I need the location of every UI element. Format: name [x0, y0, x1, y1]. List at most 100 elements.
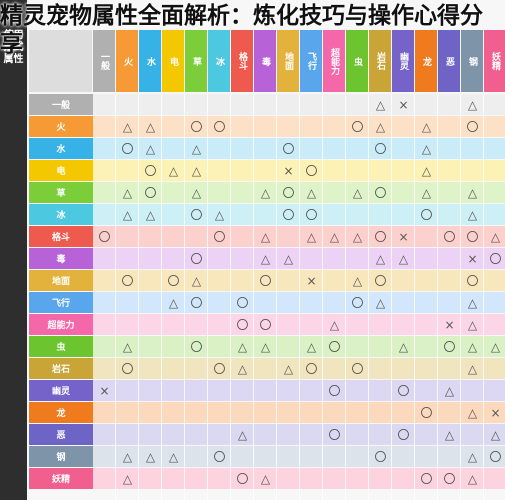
column-divider — [391, 92, 392, 500]
effectiveness-cell: △ — [352, 185, 363, 200]
effectiveness-cell — [185, 358, 208, 379]
effectiveness-cell: △ — [467, 449, 478, 464]
effectiveness-cell — [139, 94, 162, 115]
effectiveness-cell — [369, 380, 392, 401]
effectiveness-cell: 〇 — [259, 274, 272, 288]
effectiveness-cell — [392, 402, 415, 423]
effectiveness-cell — [231, 402, 254, 423]
effectiveness-cell — [484, 380, 505, 401]
effectiveness-cell: △ — [490, 229, 501, 244]
effectiveness-cell — [277, 446, 300, 467]
effectiveness-cell — [438, 182, 461, 203]
effectiveness-cell: 〇 — [98, 230, 111, 244]
row-header: 超能力 — [29, 314, 93, 335]
effectiveness-cell — [277, 424, 300, 445]
effectiveness-cell: △ — [306, 339, 317, 354]
effectiveness-cell: △ — [122, 471, 133, 486]
effectiveness-cell: 〇 — [282, 208, 295, 222]
effectiveness-cell — [162, 248, 185, 269]
effectiveness-cell — [438, 116, 461, 137]
effectiveness-cell: 〇 — [374, 230, 387, 244]
effectiveness-cell — [369, 358, 392, 379]
effectiveness-cell — [461, 424, 484, 445]
effectiveness-cell — [185, 314, 208, 335]
effectiveness-cell: 〇 — [397, 428, 410, 442]
effectiveness-cell: × — [467, 251, 478, 266]
type-chart: 使用招式属性 一般火水电草冰格斗毒地面 飞行 超能力虫岩石 幽灵龙恶钢妖精 一般 △ × △ 火… — [0, 0, 505, 500]
effectiveness-cell — [254, 204, 277, 225]
effectiveness-cell: × — [283, 163, 294, 178]
column-divider — [368, 92, 369, 500]
effectiveness-cell — [277, 314, 300, 335]
effectiveness-cell — [231, 94, 254, 115]
effectiveness-cell — [116, 402, 139, 423]
effectiveness-cell — [415, 314, 438, 335]
row-header: 电 — [29, 160, 93, 181]
effectiveness-cell: 〇 — [213, 450, 226, 464]
effectiveness-cell — [254, 292, 277, 313]
row-header: 岩石 — [29, 358, 93, 379]
effectiveness-cell — [323, 182, 346, 203]
effectiveness-cell — [300, 248, 323, 269]
effectiveness-cell — [231, 380, 254, 401]
effectiveness-cell: 〇 — [466, 230, 479, 244]
effectiveness-cell — [484, 182, 505, 203]
effectiveness-cell: △ — [306, 229, 317, 244]
column-divider — [299, 92, 300, 500]
effectiveness-cell — [231, 270, 254, 291]
effectiveness-cell: △ — [444, 427, 455, 442]
effectiveness-cell: 〇 — [282, 142, 295, 156]
effectiveness-cell — [277, 226, 300, 247]
effectiveness-cell: △ — [398, 339, 409, 354]
effectiveness-cell — [392, 138, 415, 159]
effectiveness-cell — [139, 380, 162, 401]
effectiveness-cell: △ — [467, 97, 478, 112]
effectiveness-cell — [93, 424, 116, 445]
effectiveness-cell: △ — [214, 207, 225, 222]
effectiveness-cell: 〇 — [236, 296, 249, 310]
effectiveness-cell — [415, 248, 438, 269]
column-divider — [253, 92, 254, 500]
effectiveness-cell — [208, 292, 231, 313]
effectiveness-cell — [438, 138, 461, 159]
effectiveness-cell — [323, 402, 346, 423]
effectiveness-cell — [346, 402, 369, 423]
effectiveness-cell: △ — [352, 273, 363, 288]
effectiveness-cell — [277, 402, 300, 423]
effectiveness-cell — [277, 94, 300, 115]
effectiveness-cell — [93, 248, 116, 269]
effectiveness-cell — [346, 160, 369, 181]
effectiveness-cell — [323, 468, 346, 489]
effectiveness-cell — [277, 270, 300, 291]
effectiveness-cell — [162, 204, 185, 225]
effectiveness-cell — [415, 94, 438, 115]
effectiveness-cell — [461, 138, 484, 159]
effectiveness-cell: △ — [490, 427, 501, 442]
effectiveness-cell: △ — [467, 295, 478, 310]
effectiveness-cell — [254, 424, 277, 445]
effectiveness-cell: 〇 — [282, 186, 295, 200]
effectiveness-cell — [369, 204, 392, 225]
effectiveness-cell — [415, 380, 438, 401]
effectiveness-cell — [93, 336, 116, 357]
effectiveness-cell — [208, 402, 231, 423]
effectiveness-cell — [116, 292, 139, 313]
effectiveness-cell: 〇 — [443, 340, 456, 354]
effectiveness-cell: × — [306, 273, 317, 288]
effectiveness-cell — [415, 358, 438, 379]
effectiveness-cell — [139, 292, 162, 313]
effectiveness-cell — [231, 446, 254, 467]
effectiveness-cell — [277, 292, 300, 313]
effectiveness-cell — [93, 94, 116, 115]
effectiveness-cell — [438, 94, 461, 115]
effectiveness-cell — [415, 424, 438, 445]
effectiveness-cell: △ — [467, 405, 478, 420]
effectiveness-cell: △ — [260, 339, 271, 354]
effectiveness-cell — [185, 446, 208, 467]
effectiveness-cell — [484, 138, 505, 159]
effectiveness-cell — [300, 314, 323, 335]
effectiveness-cell: △ — [421, 119, 432, 134]
effectiveness-cell: △ — [260, 251, 271, 266]
effectiveness-cell — [438, 292, 461, 313]
effectiveness-cell: △ — [490, 339, 501, 354]
